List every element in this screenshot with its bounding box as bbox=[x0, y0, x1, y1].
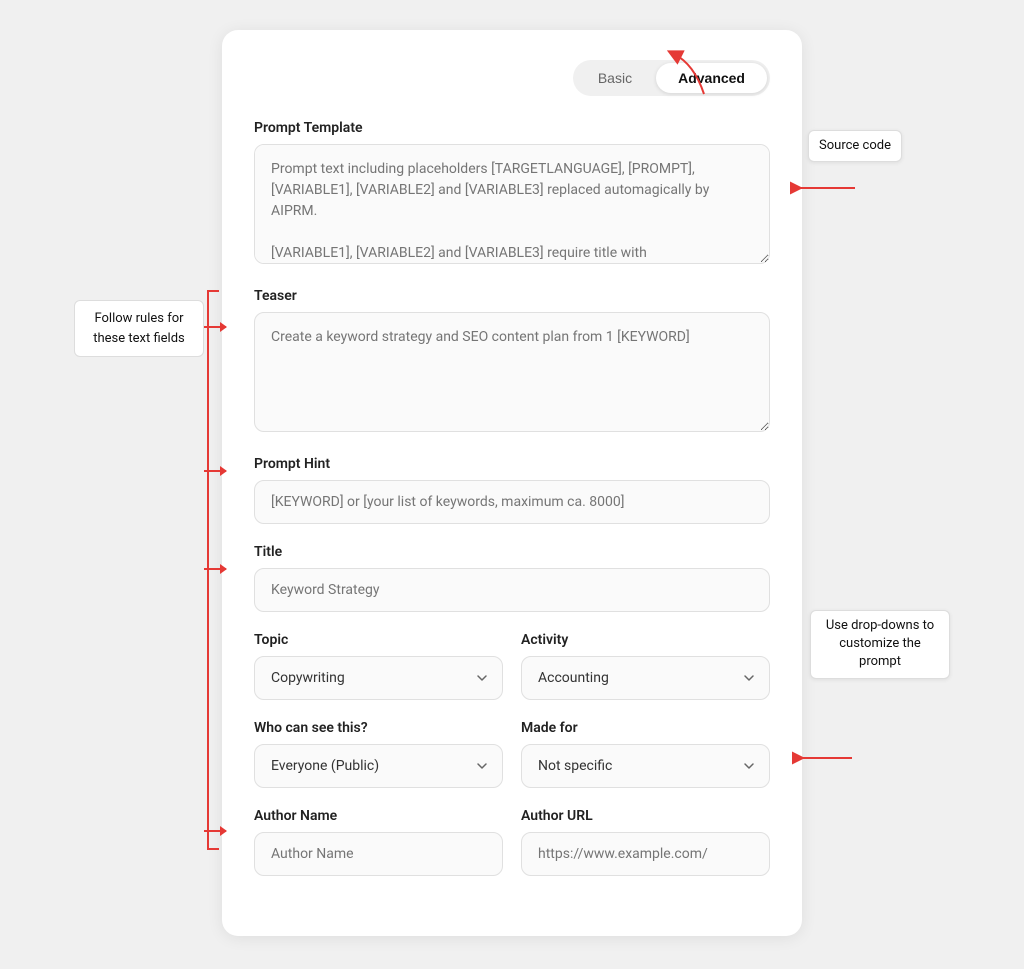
prompt-template-input[interactable] bbox=[254, 144, 770, 264]
activity-section: Activity Accounting Finance Legal HR Oth… bbox=[521, 632, 770, 700]
who-can-see-select[interactable]: Everyone (Public) Only Me Team bbox=[254, 744, 503, 788]
who-can-see-label: Who can see this? bbox=[254, 720, 503, 736]
tab-basic[interactable]: Basic bbox=[576, 63, 654, 93]
topic-select[interactable]: Copywriting SEO Marketing Productivity O… bbox=[254, 656, 503, 700]
arrow-dropdowns bbox=[792, 748, 857, 768]
use-dropdowns-annotation: Use drop-downs to customize the prompt bbox=[810, 610, 950, 679]
author-name-input[interactable] bbox=[254, 832, 503, 876]
prompt-hint-label: Prompt Hint bbox=[254, 456, 770, 472]
author-url-input[interactable] bbox=[521, 832, 770, 876]
author-name-label: Author Name bbox=[254, 808, 503, 824]
arrow-author-name bbox=[204, 830, 226, 832]
title-section: Title bbox=[254, 544, 770, 612]
title-label: Title bbox=[254, 544, 770, 560]
arrow-prompt-hint bbox=[204, 470, 226, 472]
follow-rules-annotation: Follow rules for these text fields bbox=[74, 300, 204, 357]
visibility-madefor-row: Who can see this? Everyone (Public) Only… bbox=[254, 720, 770, 788]
teaser-label: Teaser bbox=[254, 288, 770, 304]
made-for-select[interactable]: Not specific Professionals Beginners Exp… bbox=[521, 744, 770, 788]
made-for-label: Made for bbox=[521, 720, 770, 736]
tab-switcher: Basic Advanced bbox=[254, 60, 770, 96]
tab-advanced[interactable]: Advanced bbox=[656, 63, 767, 93]
author-name-section: Author Name bbox=[254, 808, 503, 876]
title-input[interactable] bbox=[254, 568, 770, 612]
prompt-template-label: Prompt Template bbox=[254, 120, 770, 136]
tab-group: Basic Advanced bbox=[573, 60, 770, 96]
activity-select[interactable]: Accounting Finance Legal HR Other bbox=[521, 656, 770, 700]
activity-label: Activity bbox=[521, 632, 770, 648]
arrow-source-code bbox=[790, 178, 860, 198]
left-bracket bbox=[207, 290, 219, 850]
prompt-template-section: Prompt Template bbox=[254, 120, 770, 268]
prompt-hint-section: Prompt Hint bbox=[254, 456, 770, 524]
made-for-section: Made for Not specific Professionals Begi… bbox=[521, 720, 770, 788]
author-row: Author Name Author URL bbox=[254, 808, 770, 876]
author-url-section: Author URL bbox=[521, 808, 770, 876]
arrow-title bbox=[204, 568, 226, 570]
topic-activity-row: Topic Copywriting SEO Marketing Producti… bbox=[254, 632, 770, 700]
source-code-annotation: Source code bbox=[808, 130, 902, 162]
teaser-section: Teaser bbox=[254, 288, 770, 436]
author-url-label: Author URL bbox=[521, 808, 770, 824]
topic-section: Topic Copywriting SEO Marketing Producti… bbox=[254, 632, 503, 700]
teaser-input[interactable] bbox=[254, 312, 770, 432]
arrow-teaser bbox=[204, 326, 226, 328]
main-card: Basic Advanced Prompt Template Teaser P bbox=[222, 30, 802, 936]
prompt-hint-input[interactable] bbox=[254, 480, 770, 524]
who-can-see-section: Who can see this? Everyone (Public) Only… bbox=[254, 720, 503, 788]
topic-label: Topic bbox=[254, 632, 503, 648]
